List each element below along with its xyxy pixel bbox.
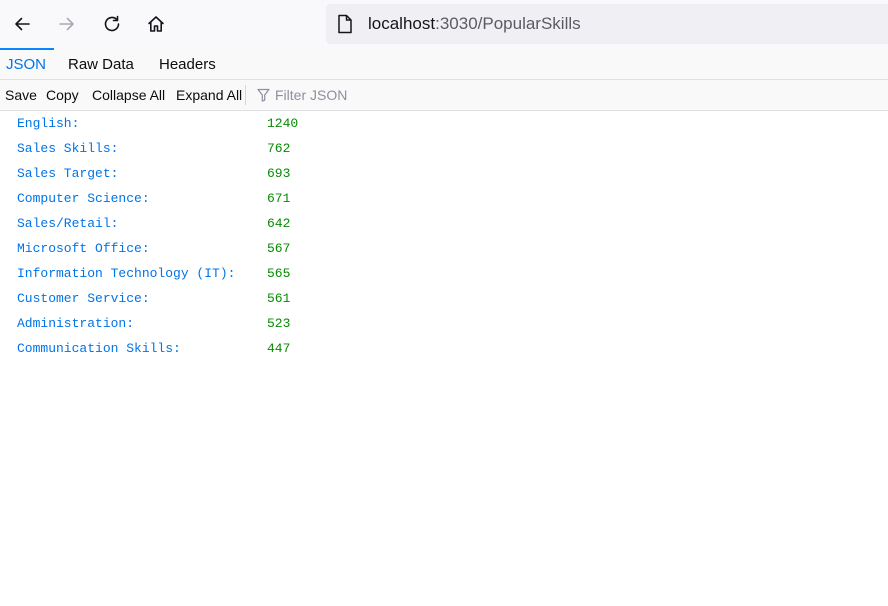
json-key: Sales Skills: <box>17 141 119 156</box>
json-key: Communication Skills: <box>17 341 181 356</box>
json-key: Sales/Retail: <box>17 216 119 231</box>
json-row[interactable]: Microsoft Office: 567 <box>0 236 888 261</box>
json-toolbar: Save Copy Collapse All Expand All <box>0 80 888 111</box>
json-row[interactable]: Communication Skills: 447 <box>0 336 888 361</box>
url-path: :3030/PopularSkills <box>435 14 581 33</box>
json-value: 693 <box>267 166 291 181</box>
browser-toolbar: localhost:3030/PopularSkills <box>0 0 888 48</box>
json-row[interactable]: English: 1240 <box>0 111 888 136</box>
home-button[interactable] <box>139 7 173 41</box>
back-button[interactable] <box>5 7 39 41</box>
page-icon <box>338 14 352 34</box>
reload-button[interactable] <box>95 7 129 41</box>
json-value: 1240 <box>267 116 299 131</box>
forward-button[interactable] <box>50 7 84 41</box>
json-row[interactable]: Customer Service: 561 <box>0 286 888 311</box>
home-icon <box>148 16 164 32</box>
json-row[interactable]: Information Technology (IT): 565 <box>0 261 888 286</box>
collapse-all-button[interactable]: Collapse All <box>92 80 165 110</box>
save-button[interactable]: Save <box>5 80 37 110</box>
json-row[interactable]: Sales/Retail: 642 <box>0 211 888 236</box>
json-key: English: <box>17 116 80 131</box>
json-value: 642 <box>267 216 291 231</box>
json-key: Microsoft Office: <box>17 241 150 256</box>
tab-raw-data[interactable]: Raw Data <box>62 48 140 79</box>
json-key: Administration: <box>17 316 135 331</box>
tab-headers[interactable]: Headers <box>153 48 222 79</box>
json-key: Information Technology (IT): <box>17 266 236 281</box>
json-value: 523 <box>267 316 291 331</box>
json-key: Customer Service: <box>17 291 150 306</box>
json-row[interactable]: Sales Target: 693 <box>0 161 888 186</box>
json-value: 447 <box>267 341 291 356</box>
json-row[interactable]: Administration: 523 <box>0 311 888 336</box>
copy-button[interactable]: Copy <box>46 80 79 110</box>
back-arrow-icon <box>15 17 30 31</box>
json-value: 567 <box>267 241 291 256</box>
viewer-tabs: JSON Raw Data Headers <box>0 48 888 80</box>
expand-all-button[interactable]: Expand All <box>176 80 242 110</box>
json-value: 762 <box>267 141 291 156</box>
filter-json-input[interactable] <box>272 84 578 106</box>
toolbar-divider <box>245 85 246 105</box>
forward-arrow-icon <box>59 17 74 31</box>
json-tree: English: 1240 Sales Skills: 762 Sales Targ… <box>0 111 888 361</box>
tab-json[interactable]: JSON <box>0 48 54 79</box>
json-value: 561 <box>267 291 291 306</box>
reload-icon <box>104 15 120 32</box>
filter-icon <box>257 88 270 102</box>
json-key: Sales Target: <box>17 166 119 181</box>
url-text: localhost:3030/PopularSkills <box>368 13 581 35</box>
address-bar[interactable]: localhost:3030/PopularSkills <box>326 4 888 44</box>
json-row[interactable]: Sales Skills: 762 <box>0 136 888 161</box>
url-host: localhost <box>368 14 436 33</box>
json-key: Computer Science: <box>17 191 150 206</box>
json-value: 565 <box>267 266 291 281</box>
json-value: 671 <box>267 191 291 206</box>
json-row[interactable]: Computer Science: 671 <box>0 186 888 211</box>
